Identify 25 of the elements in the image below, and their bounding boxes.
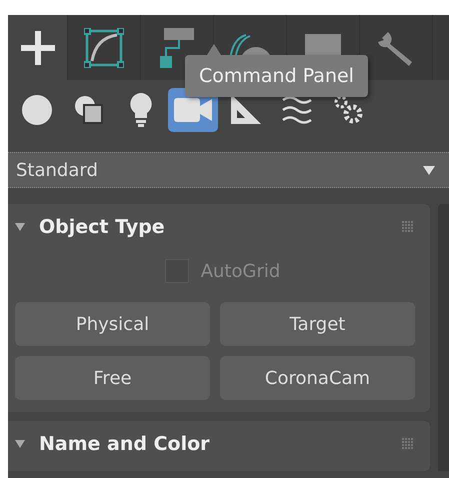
shapes-icon [74,95,104,125]
checkbox-label: AutoGrid [200,260,280,282]
ruler-triangle-icon [229,94,261,126]
tooltip-pointer [207,44,221,55]
grip-icon[interactable] [402,221,414,233]
sphere-icon [22,95,52,125]
panel-tab[interactable] [8,15,68,80]
plus-icon [18,28,56,66]
camera-type-button[interactable]: Physical [15,302,210,346]
collapse-triangle-icon[interactable] [15,222,25,232]
dropdown-caret-icon [423,166,435,174]
waves-icon [281,94,313,126]
light-bulb-icon [129,93,153,127]
camera-type-button[interactable]: CoronaCam [220,356,415,400]
gears-icon [333,94,365,126]
grip-icon[interactable] [402,438,414,450]
camera-icon [174,97,212,123]
hierarchy-icon [160,28,194,68]
rollout-title[interactable]: Object Type [39,216,165,238]
camera-type-button[interactable]: Free [15,356,210,400]
camera-type-button[interactable]: Target [220,302,415,346]
type-dropdown[interactable]: Standard [8,152,449,188]
collapse-triangle-icon[interactable] [15,439,25,449]
rollout-title[interactable]: Name and Color [39,433,210,455]
curve-edit-icon [84,28,124,68]
